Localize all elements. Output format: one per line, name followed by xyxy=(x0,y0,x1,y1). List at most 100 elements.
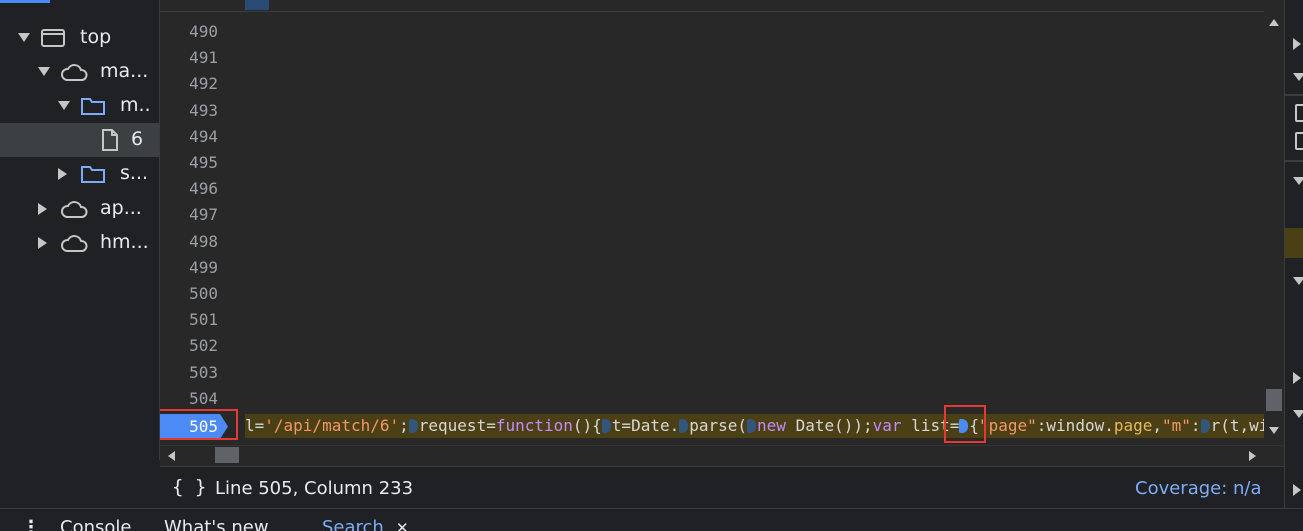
code-token: , xyxy=(1152,416,1163,435)
pretty-print-icon[interactable]: { } xyxy=(172,476,206,498)
tree-item[interactable]: 6 xyxy=(0,123,159,157)
tree-item-label: s... xyxy=(120,162,149,184)
code-token: : xyxy=(1190,416,1201,435)
code-token-string: "m" xyxy=(1162,416,1191,435)
checkbox[interactable] xyxy=(1295,104,1303,122)
code-token: Date()); xyxy=(785,416,873,435)
code-token: r(t,wi xyxy=(1210,416,1269,435)
line-number[interactable]: 494 xyxy=(160,127,218,146)
code-token: request= xyxy=(418,416,496,435)
line-number[interactable]: 502 xyxy=(160,336,218,355)
expand-right-icon[interactable] xyxy=(1293,484,1301,496)
vertical-scrollbar[interactable] xyxy=(1264,11,1284,445)
scroll-down-icon[interactable] xyxy=(1269,427,1279,434)
editor-top-edge xyxy=(160,0,1284,12)
code-line-505[interactable]: l='/api/match/6'; request=function(){t=Da… xyxy=(245,414,1284,438)
divider xyxy=(1285,160,1303,162)
code-token-string: '/api/match/6' xyxy=(264,416,400,435)
file-tree: top ma... m.. 6 s... ap... hm... xyxy=(0,0,160,460)
tab-search[interactable]: Search xyxy=(322,517,384,531)
code-token-string: "page" xyxy=(978,416,1037,435)
scroll-right-icon[interactable] xyxy=(1249,451,1256,461)
tree-item-label: top xyxy=(80,26,112,48)
tree-item-label: hm... xyxy=(100,231,149,253)
expand-right-icon[interactable] xyxy=(38,203,47,215)
line-number[interactable]: 504 xyxy=(160,389,218,408)
top-line-marker xyxy=(245,0,269,10)
chevron-down-icon[interactable] xyxy=(1293,177,1303,185)
right-side-panel xyxy=(1284,0,1303,508)
breakpoint-marker-icon[interactable] xyxy=(679,419,689,433)
line-number[interactable]: 496 xyxy=(160,179,218,198)
cloud-icon xyxy=(60,62,88,87)
expand-right-icon[interactable] xyxy=(58,168,67,180)
tree-item-label: 6 xyxy=(131,128,144,150)
scroll-up-icon[interactable] xyxy=(1269,19,1279,26)
paused-highlight xyxy=(1285,228,1303,258)
tree-item-label: ap... xyxy=(100,197,142,219)
folder-icon xyxy=(80,164,106,189)
breakpoint-marker-icon[interactable] xyxy=(747,419,757,433)
close-icon[interactable]: ✕ xyxy=(396,519,409,531)
tree-top-tab-indicator xyxy=(0,0,50,3)
status-bar: { } Line 505, Column 233 Coverage: n/a xyxy=(160,466,1284,509)
tree-item[interactable]: ap... xyxy=(0,192,159,226)
horizontal-scrollbar[interactable] xyxy=(160,445,1284,466)
chevron-down-icon[interactable] xyxy=(1293,73,1303,81)
tree-item[interactable]: s... xyxy=(0,157,159,191)
expand-down-icon[interactable] xyxy=(18,33,30,42)
line-number[interactable]: 500 xyxy=(160,284,218,303)
code-token-keyword: new xyxy=(757,416,786,435)
line-number[interactable]: 490 xyxy=(160,22,218,41)
line-number[interactable]: 501 xyxy=(160,310,218,329)
line-number[interactable]: 495 xyxy=(160,153,218,172)
breakpoint-marker-icon[interactable] xyxy=(408,419,418,433)
scroll-left-icon[interactable] xyxy=(168,451,175,461)
code-token-keyword: function xyxy=(495,416,573,435)
expand-down-icon[interactable] xyxy=(58,101,70,110)
code-token: t=Date. xyxy=(611,416,680,435)
expand-right-icon[interactable] xyxy=(38,237,47,249)
cursor-position: Line 505, Column 233 xyxy=(215,478,414,499)
tree-item-label: m.. xyxy=(120,94,151,116)
tab-console[interactable]: Console xyxy=(60,517,131,531)
code-token: (){ xyxy=(572,416,602,435)
frame-icon xyxy=(40,28,66,53)
code-token-keyword: var xyxy=(872,416,902,435)
file-icon xyxy=(100,128,120,157)
breakpoint-marker-icon[interactable] xyxy=(601,419,611,433)
tree-item[interactable]: ma... xyxy=(0,55,159,89)
expand-right-icon[interactable] xyxy=(1293,372,1301,384)
folder-icon xyxy=(80,96,106,121)
code-token: :window. xyxy=(1036,416,1114,435)
coverage-link[interactable]: Coverage: n/a xyxy=(1135,478,1262,499)
code-token: ; xyxy=(399,416,409,435)
cloud-icon xyxy=(60,233,88,258)
line-number[interactable]: 497 xyxy=(160,205,218,224)
code-token-property: page xyxy=(1113,416,1153,435)
highlight-box-breakpoint xyxy=(944,405,986,443)
tree-item[interactable]: hm... xyxy=(0,226,159,260)
chevron-down-icon[interactable] xyxy=(1293,277,1303,285)
line-number[interactable]: 503 xyxy=(160,363,218,382)
checkbox[interactable] xyxy=(1295,132,1303,150)
line-number[interactable]: 493 xyxy=(160,101,218,120)
horizontal-scroll-thumb[interactable] xyxy=(215,447,239,463)
vertical-scroll-thumb[interactable] xyxy=(1266,389,1282,411)
expand-right-icon[interactable] xyxy=(1293,38,1301,50)
line-number[interactable]: 491 xyxy=(160,48,218,67)
tree-item[interactable]: m.. xyxy=(0,89,159,123)
line-number[interactable]: 492 xyxy=(160,74,218,93)
drawer-tab-bar: ⋮ Console What's new Search ✕ xyxy=(0,508,1303,531)
drawer-menu-icon[interactable]: ⋮ xyxy=(22,517,40,531)
expand-down-icon[interactable] xyxy=(38,67,50,76)
chevron-down-icon[interactable] xyxy=(1293,410,1303,418)
cloud-icon xyxy=(60,199,88,224)
code-token: parse( xyxy=(689,416,748,435)
breakpoint-marker-icon[interactable] xyxy=(1200,419,1210,433)
tab-whats-new[interactable]: What's new xyxy=(164,517,269,531)
code-editor[interactable]: 490 491 492 493 494 495 496 497 498 499 500 501 502 5… xyxy=(160,0,1284,445)
line-number[interactable]: 499 xyxy=(160,258,218,277)
line-number[interactable]: 498 xyxy=(160,232,218,251)
tree-item[interactable]: top xyxy=(0,21,159,55)
